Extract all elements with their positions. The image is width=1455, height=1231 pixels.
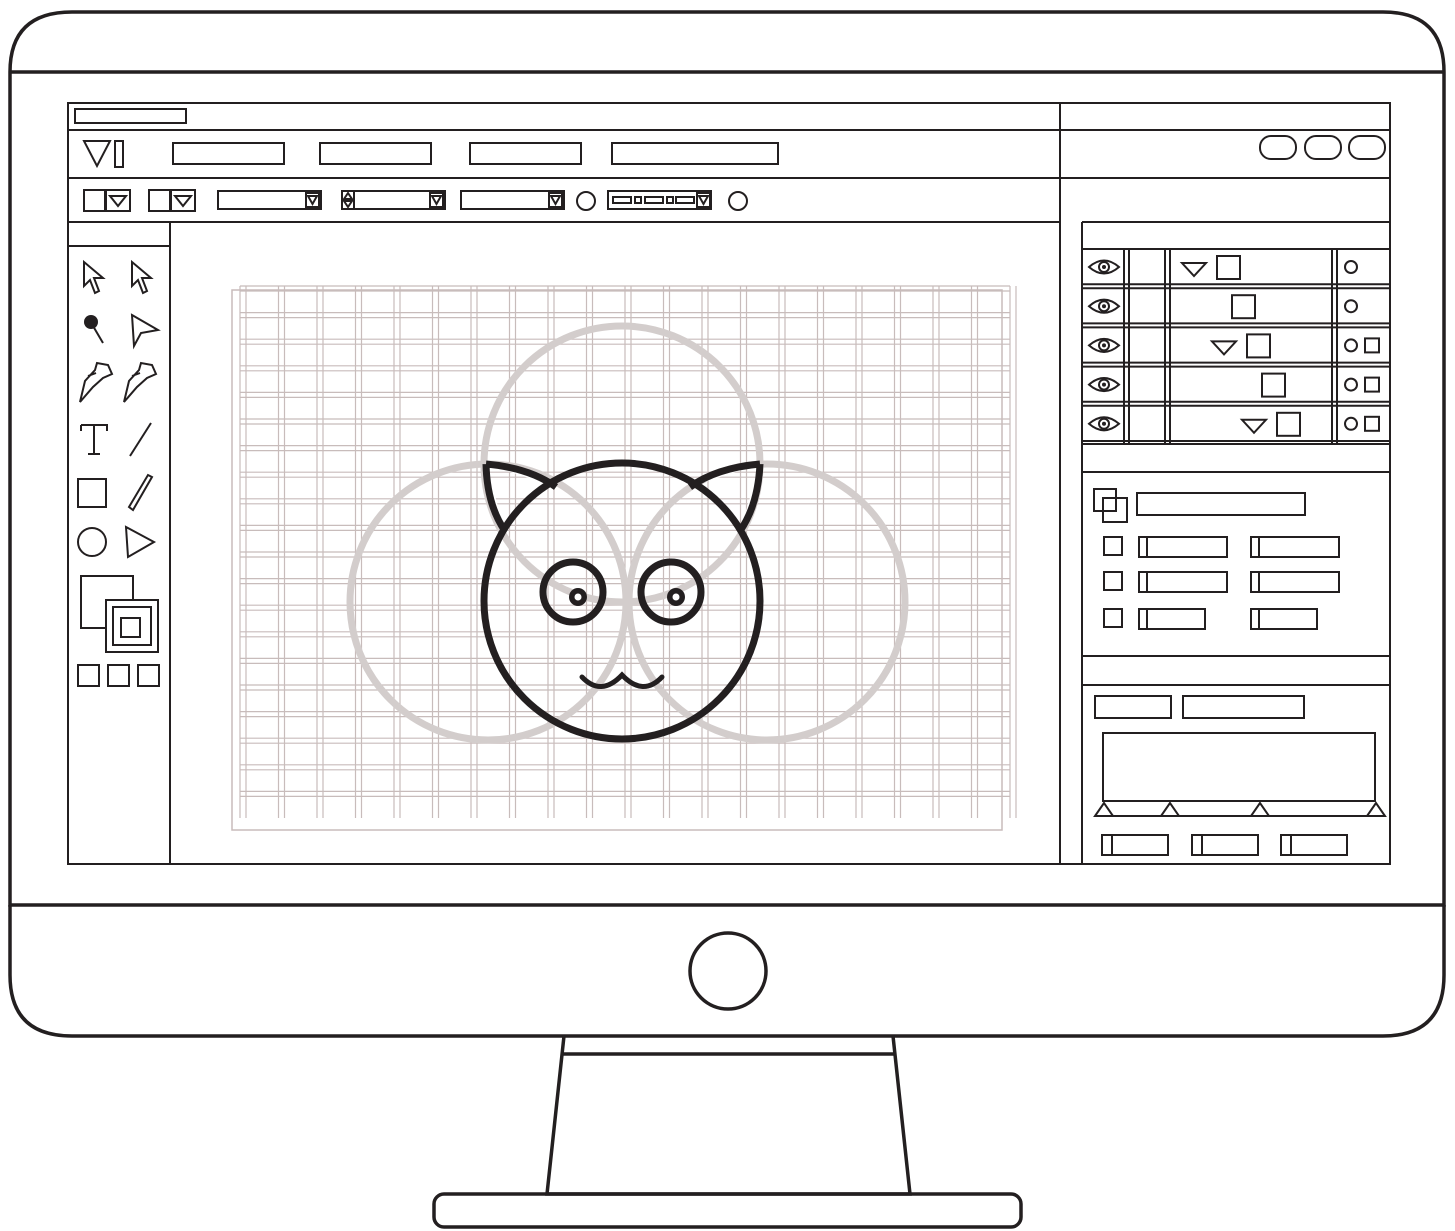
gradient-option-button[interactable]	[1191, 834, 1259, 856]
object-name-field[interactable]	[1136, 492, 1306, 516]
eye-icon[interactable]	[1087, 298, 1121, 314]
window-title	[74, 108, 187, 124]
layer-thumbnail	[1261, 372, 1286, 398]
monitor-stand	[432, 1035, 1023, 1229]
eye-icon[interactable]	[1087, 259, 1121, 275]
layer-thumbnail	[1231, 294, 1256, 320]
selection-square-icon[interactable]	[1364, 337, 1380, 354]
menu-item-2[interactable]	[319, 142, 432, 165]
vector-logo-icon	[82, 140, 124, 169]
target-circle-icon[interactable]	[1344, 299, 1358, 314]
eye-icon[interactable]	[1087, 337, 1121, 353]
monitor-illustration	[8, 10, 1446, 1229]
chevron-down-icon	[107, 195, 129, 208]
chevron-down-icon	[172, 195, 194, 208]
target-circle-icon[interactable]	[1344, 338, 1358, 353]
minimize-button[interactable]	[1259, 135, 1297, 160]
magic-wand-icon[interactable]	[84, 315, 104, 344]
monitor-frame	[8, 10, 1446, 1038]
tools-panel	[68, 222, 171, 864]
pen-nib-alt-icon[interactable]	[123, 361, 158, 403]
property-field[interactable]	[1138, 571, 1228, 593]
gradient-stop-handle[interactable]	[1249, 801, 1271, 817]
app-window	[67, 102, 1391, 865]
option-radio[interactable]	[576, 191, 596, 211]
property-field[interactable]	[1250, 536, 1340, 558]
property-checkbox[interactable]	[1103, 571, 1123, 591]
square-icon[interactable]	[77, 478, 107, 508]
chevron-down-icon	[549, 195, 562, 207]
hollow-arrow-icon[interactable]	[131, 259, 154, 295]
target-circle-icon[interactable]	[1344, 416, 1358, 431]
property-field[interactable]	[1250, 571, 1340, 593]
fill-stroke-swatches[interactable]	[80, 575, 159, 653]
selection-square-icon[interactable]	[1364, 415, 1380, 432]
gradient-stop-handle[interactable]	[1365, 801, 1387, 817]
font-dropdown[interactable]	[217, 190, 322, 210]
menu-item-1[interactable]	[172, 142, 285, 165]
property-checkbox[interactable]	[1103, 608, 1123, 628]
gradient-stop-handle[interactable]	[1159, 801, 1181, 817]
properties-panel	[1093, 488, 1340, 630]
target-circle-icon[interactable]	[1344, 260, 1358, 274]
property-field[interactable]	[1138, 608, 1206, 630]
gradient-stop-handle[interactable]	[1093, 801, 1115, 817]
power-button[interactable]	[688, 931, 768, 1011]
eye-icon[interactable]	[1087, 377, 1121, 393]
gradient-type-tab[interactable]	[1094, 695, 1172, 719]
layer-thumbnail	[1216, 255, 1241, 280]
option-radio-2[interactable]	[728, 191, 748, 211]
pencil-line-icon[interactable]	[127, 473, 154, 512]
gradient-preview	[1102, 732, 1376, 802]
size-stepper-dropdown[interactable]	[341, 190, 446, 210]
expand-triangle-icon[interactable]	[1239, 418, 1269, 435]
chevron-down-icon	[697, 195, 710, 207]
property-field[interactable]	[1138, 536, 1228, 558]
layer-thumbnail	[1246, 333, 1271, 359]
gradient-name-field[interactable]	[1182, 695, 1305, 719]
arrange-icon[interactable]	[1093, 488, 1128, 523]
expand-triangle-icon[interactable]	[1179, 262, 1209, 278]
color-mode-none-button[interactable]	[137, 664, 160, 687]
property-row	[1103, 536, 1340, 558]
line-segment-icon[interactable]	[129, 422, 152, 457]
expand-triangle-icon[interactable]	[1209, 340, 1239, 356]
maximize-button[interactable]	[1304, 135, 1342, 160]
selection-square-icon[interactable]	[1364, 376, 1380, 393]
arrow-pointer-icon[interactable]	[83, 259, 106, 295]
gradient-option-button[interactable]	[1280, 834, 1348, 856]
triangle-icon[interactable]	[124, 525, 157, 559]
triangle-pointer-icon[interactable]	[130, 313, 161, 350]
fill-swatch-dropdown[interactable]	[83, 189, 131, 212]
style-dropdown[interactable]	[460, 190, 565, 210]
color-mode-normal-button[interactable]	[77, 664, 100, 687]
property-row	[1103, 608, 1318, 630]
gradient-option-button[interactable]	[1101, 834, 1169, 856]
gradient-panel	[1093, 695, 1387, 856]
property-checkbox[interactable]	[1103, 536, 1123, 556]
eye-icon[interactable]	[1087, 416, 1121, 432]
chevron-down-icon	[430, 195, 443, 207]
color-mode-gradient-button[interactable]	[107, 664, 130, 687]
circle-icon[interactable]	[77, 527, 107, 557]
property-row	[1103, 571, 1340, 593]
pen-nib-icon[interactable]	[79, 361, 114, 403]
text-t-icon[interactable]	[80, 424, 108, 455]
stepper-arrows-icon	[342, 191, 354, 209]
menu-item-4[interactable]	[611, 142, 779, 165]
align-segmented-dropdown[interactable]	[607, 190, 712, 210]
property-field[interactable]	[1250, 608, 1318, 630]
close-button[interactable]	[1348, 135, 1386, 160]
chevron-down-icon	[306, 195, 319, 207]
menu-item-3[interactable]	[469, 142, 582, 165]
layer-thumbnail	[1276, 411, 1301, 437]
stroke-swatch-dropdown[interactable]	[148, 189, 196, 212]
target-circle-icon[interactable]	[1344, 377, 1358, 392]
